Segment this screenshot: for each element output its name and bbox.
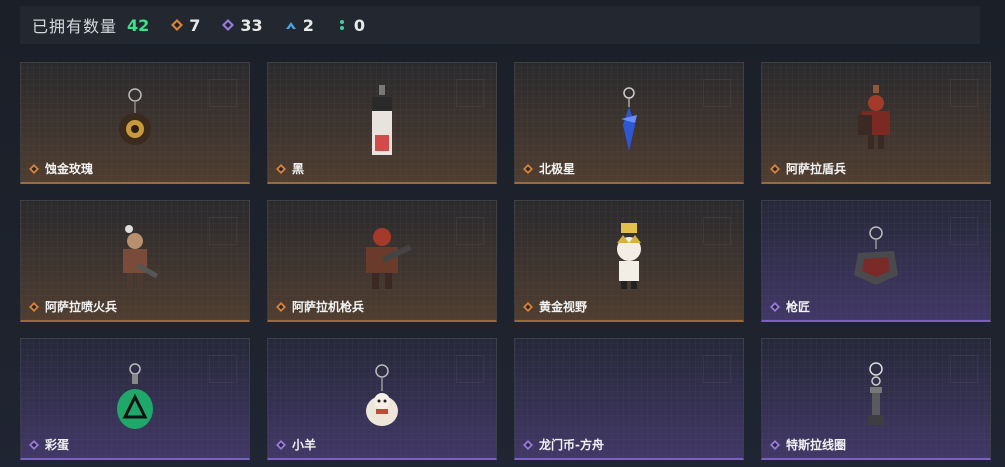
card-decoration [950,217,978,245]
orange-rarity-icon [523,163,533,174]
item-name-label: 特斯拉线圈 [786,438,847,452]
lamb-pendant-icon [366,364,398,426]
shield-soldier-pendant-icon [858,85,890,149]
rose-pendant-icon [119,88,151,145]
item-name: 小羊 [276,436,316,453]
owned-summary-bar: 已拥有数量 42 7 33 2 0 [20,6,980,44]
item-card[interactable]: 黄金视野 [514,200,744,322]
item-name-label: 小羊 [292,438,317,452]
card-decoration [703,79,731,107]
orange-rarity-icon [276,301,286,312]
purple-rarity-icon [770,439,780,450]
item-name: 枪匠 [770,298,810,315]
item-name: 彩蛋 [29,436,69,453]
item-name-label: 阿萨拉机枪兵 [292,300,365,314]
item-card[interactable]: 阿萨拉喷火兵 [20,200,250,322]
item-name: 龙门币-方舟 [523,436,604,453]
owned-count-label: 已拥有数量 [32,17,118,36]
purple-rarity-icon [770,301,780,312]
orange-rarity-icon [29,301,39,312]
owned-count-total: 42 [127,15,150,35]
item-name-label: 黑 [292,162,305,176]
item-name-label: 彩蛋 [45,438,70,452]
blue-chevron-icon [285,22,296,29]
item-name-label: 蚀金玫瑰 [45,162,94,176]
item-name: 阿萨拉机枪兵 [276,298,364,315]
rarity-count-orange: 7 [171,16,200,35]
rarity-count-blue: 2 [285,16,314,35]
orange-rarity-icon [770,163,780,174]
item-name: 蚀金玫瑰 [29,160,93,177]
golden-vision-pendant-icon [617,223,641,289]
green-dots-icon [339,20,344,30]
item-name: 北极星 [523,160,575,177]
item-card[interactable]: 阿萨拉盾兵 [761,62,991,184]
item-card[interactable]: 龙门币-方舟 [514,338,744,460]
rarity-count-green: 0 [336,16,365,35]
tesla-coil-pendant-icon [868,362,884,425]
item-card[interactable]: 阿萨拉机枪兵 [267,200,497,322]
card-decoration [456,355,484,383]
card-decoration [456,217,484,245]
item-card[interactable]: 小羊 [267,338,497,460]
rarity-count-green-value: 0 [353,15,365,35]
card-decoration [950,355,978,383]
card-decoration [950,79,978,107]
purple-rarity-icon [523,439,533,450]
machine-gunner-pendant-icon [366,228,412,289]
item-name-label: 阿萨拉喷火兵 [45,300,118,314]
item-name: 阿萨拉喷火兵 [29,298,117,315]
card-decoration [703,355,731,383]
item-name: 特斯拉线圈 [770,436,846,453]
card-decoration [209,217,237,245]
item-card[interactable]: 特斯拉线圈 [761,338,991,460]
purple-rarity-icon [29,439,39,450]
card-decoration [209,79,237,107]
card-decoration [456,79,484,107]
gunsmith-pendant-icon [854,226,898,285]
purple-rarity-icon [276,439,286,450]
easter-egg-pendant-icon [117,363,153,429]
card-decoration [209,355,237,383]
item-card[interactable]: 蚀金玫瑰 [20,62,250,184]
card-decoration [703,217,731,245]
orange-diamond-icon [171,19,184,31]
item-name: 黄金视野 [523,298,587,315]
rarity-count-blue-value: 2 [302,15,314,35]
polaris-star-pendant-icon [621,87,637,151]
rarity-count-purple: 33 [222,15,263,35]
rarity-count-purple-value: 33 [240,15,263,35]
rarity-count-orange-value: 7 [189,15,201,35]
item-card[interactable]: 北极星 [514,62,744,184]
orange-rarity-icon [29,163,39,174]
item-name: 阿萨拉盾兵 [770,160,846,177]
item-name: 黑 [276,160,304,177]
item-card[interactable]: 彩蛋 [20,338,250,460]
purple-diamond-icon [222,19,235,31]
item-name-label: 枪匠 [786,300,811,314]
item-name-label: 北极星 [539,162,576,176]
black-tag-pendant-icon [372,85,392,155]
item-card[interactable]: 黑 [267,62,497,184]
item-name-label: 龙门币-方舟 [539,438,604,452]
flamethrower-soldier-pendant-icon [123,225,159,289]
orange-rarity-icon [276,163,286,174]
item-card[interactable]: 枪匠 [761,200,991,322]
item-name-label: 黄金视野 [539,300,588,314]
item-name-label: 阿萨拉盾兵 [786,162,847,176]
orange-rarity-icon [523,301,533,312]
